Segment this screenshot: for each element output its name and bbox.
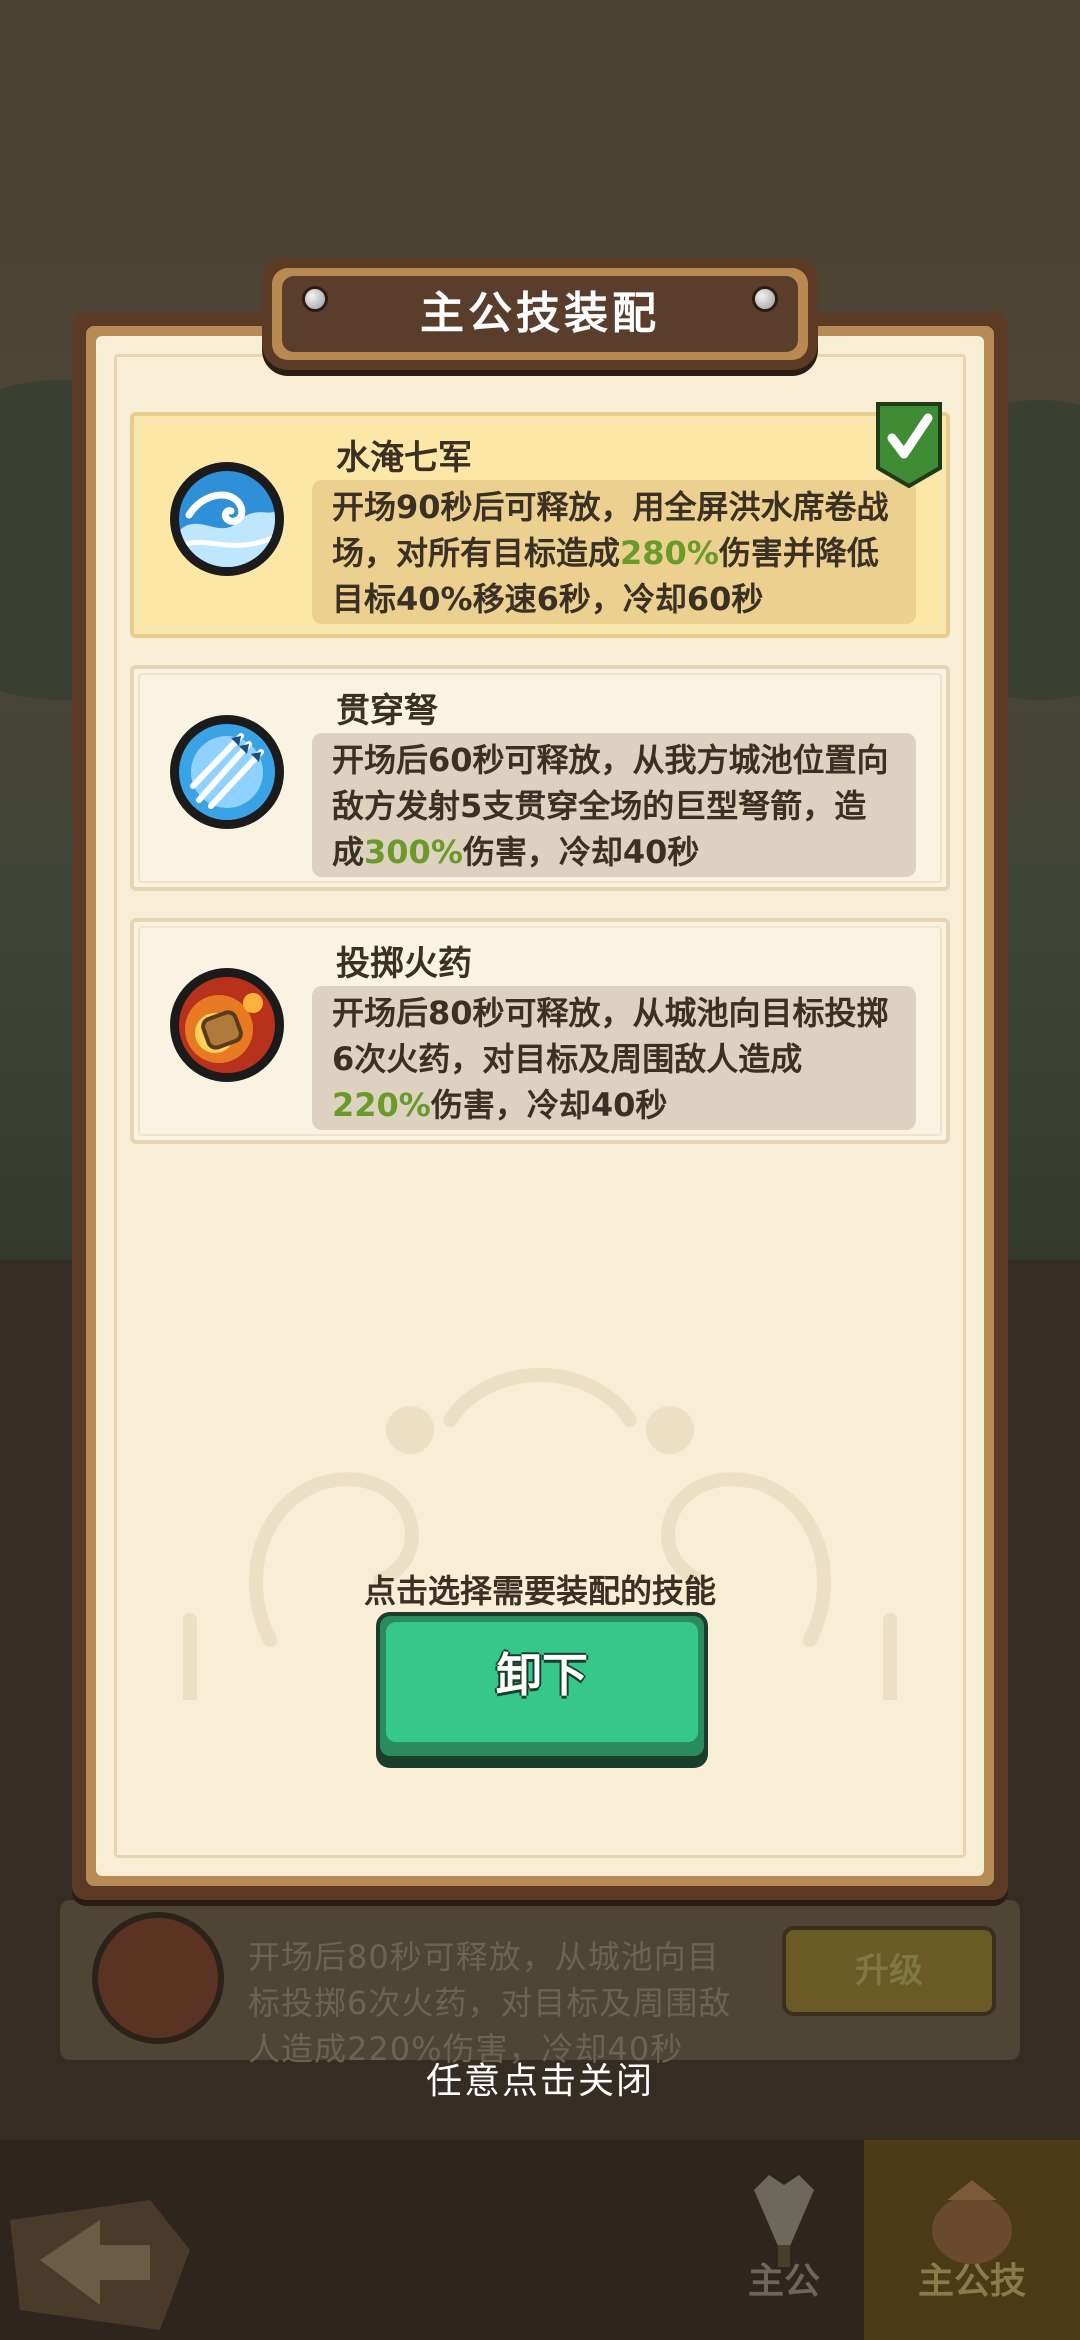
crossbow-bolts-icon bbox=[170, 715, 284, 829]
tab-lord: 主公 bbox=[690, 2140, 878, 2340]
tab-lord-skill: 主公技 bbox=[864, 2140, 1080, 2340]
unequip-button[interactable]: 卸下 bbox=[376, 1612, 708, 1760]
skill-name: 贯穿弩 bbox=[336, 691, 438, 731]
background-card-text: 标投掷6次火药，对目标及周围敌 bbox=[248, 1984, 732, 2022]
skill-name: 投掷火药 bbox=[336, 944, 472, 984]
wave-icon bbox=[170, 462, 284, 576]
unequip-button-label: 卸下 bbox=[496, 1648, 588, 1702]
dialog-title-plate: 主公技装配 bbox=[262, 258, 818, 370]
skill-description: 开场后80秒可释放，从城池向目标投掷6次火药，对目标及周围敌人造成220%伤害，… bbox=[312, 986, 916, 1130]
gunpowder-barrel-icon bbox=[170, 968, 284, 1082]
damage-percent: 300% bbox=[364, 833, 463, 871]
damage-percent: 220% bbox=[332, 1086, 431, 1124]
equipped-checkmark-icon bbox=[876, 402, 942, 488]
background-card-text: 开场后80秒可释放，从城池向目 bbox=[248, 1938, 720, 1976]
skill-description: 开场后60秒可释放，从我方城池位置向敌方发射5支贯穿全场的巨型弩箭，造成300%… bbox=[312, 733, 916, 877]
bolt-icon bbox=[302, 286, 328, 312]
damage-percent: 280% bbox=[620, 534, 719, 572]
background-upgrade-button: 升级 bbox=[782, 1926, 996, 2016]
equip-hint: 点击选择需要装配的技能 bbox=[363, 1572, 716, 1610]
skill-description: 开场90秒后可释放，用全屏洪水席卷战场，对所有目标造成280%伤害并降低目标40… bbox=[312, 480, 916, 624]
skill-card-flood[interactable]: 水淹七军 开场90秒后可释放，用全屏洪水席卷战场，对所有目标造成280%伤害并降… bbox=[130, 402, 950, 638]
tab-lord-label: 主公 bbox=[747, 2261, 820, 2302]
back-arrow-icon bbox=[10, 2200, 190, 2330]
skill-name: 水淹七军 bbox=[336, 438, 472, 478]
background-gunpowder-icon bbox=[92, 1912, 224, 2044]
bolt-icon bbox=[752, 286, 778, 312]
skill-card-crossbow[interactable]: 贯穿弩 开场后60秒可释放，从我方城池位置向敌方发射5支贯穿全场的巨型弩箭，造成… bbox=[130, 665, 950, 891]
skill-card-gunpowder[interactable]: 投掷火药 开场后80秒可释放，从城池向目标投掷6次火药，对目标及周围敌人造成22… bbox=[130, 918, 950, 1144]
tab-lord-skill-label: 主公技 bbox=[917, 2261, 1026, 2302]
tap-anywhere-to-close-hint[interactable]: 任意点击关闭 bbox=[0, 2052, 1080, 2104]
dialog-title: 主公技装配 bbox=[420, 288, 660, 339]
